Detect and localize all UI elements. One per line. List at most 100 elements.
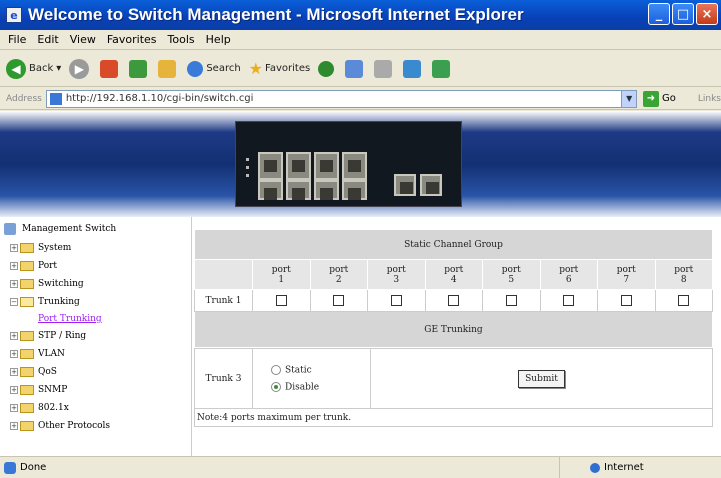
minimize-button[interactable]: _	[648, 3, 670, 25]
history-icon	[318, 60, 335, 77]
ge-trunking-table: Trunk 3 Static Disable Submit Note:4 por…	[194, 348, 713, 427]
menu-favorites[interactable]: Favorites	[107, 33, 157, 46]
trunk1-port4-checkbox[interactable]	[448, 295, 460, 306]
trunk1-port7-checkbox[interactable]	[620, 295, 632, 306]
edit-button[interactable]	[403, 59, 424, 78]
page-icon	[49, 92, 62, 105]
rj45-port-icon	[342, 180, 367, 200]
nav-tree: Management Switch + System + Port + Swit…	[0, 217, 192, 456]
tree-item-other-protocols[interactable]: + Other Protocols	[10, 421, 110, 431]
corner-cell	[194, 259, 253, 290]
tree-item-stp-ring[interactable]: + STP / Ring	[10, 331, 86, 341]
print-button[interactable]	[374, 59, 395, 78]
search-button[interactable]: Search	[187, 60, 241, 77]
trunk1-port2-checkbox[interactable]	[333, 295, 345, 306]
tree-item-802-1x[interactable]: + 802.1x	[10, 403, 69, 413]
trunk1-port5-checkbox[interactable]	[505, 295, 517, 306]
mail-button[interactable]	[345, 59, 366, 78]
trunk1-port1-checkbox[interactable]	[275, 295, 287, 306]
menu-tools[interactable]: Tools	[168, 33, 195, 46]
static-radio[interactable]	[271, 365, 281, 375]
port-header-1: port 1	[252, 259, 311, 290]
open-folder-icon	[20, 297, 34, 307]
tree-root[interactable]: Management Switch	[4, 223, 116, 235]
folder-icon	[20, 421, 34, 431]
history-button[interactable]	[318, 60, 337, 77]
menu-help[interactable]: Help	[206, 33, 231, 46]
messenger-icon	[432, 59, 451, 78]
port-header-3: port 3	[367, 259, 426, 290]
stop-icon	[100, 59, 119, 78]
messenger-button[interactable]	[432, 59, 453, 78]
collapse-icon[interactable]: −	[10, 298, 18, 306]
expand-icon[interactable]: +	[10, 332, 18, 340]
header-banner	[0, 111, 721, 217]
ge-mode-options: Static Disable	[252, 348, 371, 409]
trunk1-port6-checkbox[interactable]	[563, 295, 575, 306]
expand-icon[interactable]: +	[10, 386, 18, 394]
address-dropdown-icon[interactable]: ▼	[621, 89, 637, 108]
option-disable[interactable]: Disable	[271, 381, 370, 392]
address-label: Address	[6, 93, 42, 104]
tree-item-port[interactable]: + Port	[10, 261, 57, 271]
ge-trunking-heading: GE Trunking	[194, 311, 713, 348]
rj45-port-icon	[258, 152, 283, 180]
tree-item-trunking[interactable]: − Trunking	[10, 297, 80, 307]
expand-icon[interactable]: +	[10, 262, 18, 270]
page-done-icon	[4, 461, 16, 474]
trunking-panel: Static Channel Group port 1 port 2 port 3 p…	[194, 229, 713, 427]
submit-button[interactable]: Submit	[518, 369, 565, 388]
expand-icon[interactable]: +	[10, 350, 18, 358]
trunk-3-label: Trunk 3	[194, 348, 253, 409]
refresh-button[interactable]	[129, 59, 150, 78]
ge-port-icon	[420, 174, 442, 196]
rj45-port-icon	[286, 180, 311, 200]
rj45-port-icon	[258, 180, 283, 200]
disable-radio[interactable]	[271, 381, 281, 392]
expand-icon[interactable]: +	[10, 244, 18, 252]
expand-icon[interactable]: +	[10, 368, 18, 376]
go-button[interactable]: ➜ Go	[643, 90, 676, 107]
internet-globe-icon	[590, 462, 600, 473]
forward-button[interactable]: ▶	[69, 58, 92, 79]
trunk1-port3-checkbox[interactable]	[390, 295, 402, 306]
address-input[interactable]: http://192.168.1.10/cgi-bin/switch.cgi	[45, 89, 623, 108]
tree-item-vlan[interactable]: + VLAN	[10, 349, 65, 359]
tree-item-snmp[interactable]: + SNMP	[10, 385, 67, 395]
mail-icon	[345, 59, 364, 78]
expand-icon[interactable]: +	[10, 422, 18, 430]
menu-view[interactable]: View	[70, 33, 96, 46]
links-button[interactable]: Links	[698, 94, 721, 104]
trunk1-port8-checkbox[interactable]	[678, 295, 690, 306]
maximize-button[interactable]: □	[672, 3, 694, 25]
expand-icon[interactable]: +	[10, 404, 18, 412]
back-arrow-icon: ◀	[6, 58, 26, 79]
status-bar: Done Internet	[0, 456, 721, 478]
option-static[interactable]: Static	[271, 365, 370, 376]
back-button[interactable]: ◀ Back ▾	[6, 58, 61, 79]
close-button[interactable]: ×	[696, 3, 718, 25]
submit-cell: Submit	[370, 348, 713, 409]
tree-subitem-port-trunking[interactable]: Port Trunking	[38, 314, 102, 324]
rj45-port-icon	[314, 180, 339, 200]
port-header-7: port 7	[597, 259, 656, 290]
home-icon	[158, 59, 177, 78]
static-channel-heading: Static Channel Group	[194, 229, 713, 260]
menu-file[interactable]: File	[8, 33, 26, 46]
home-button[interactable]	[158, 59, 179, 78]
edit-icon	[403, 59, 422, 78]
port-header-5: port 5	[482, 259, 541, 290]
tree-item-qos[interactable]: + QoS	[10, 367, 57, 377]
port-header-8: port 8	[654, 259, 713, 290]
favorites-button[interactable]: ★ Favorites	[249, 59, 311, 78]
forward-arrow-icon: ▶	[69, 58, 90, 79]
browser-toolbar: ◀ Back ▾ ▶ Search ★ Favorites	[0, 51, 721, 87]
stop-button[interactable]	[100, 59, 121, 78]
expand-icon[interactable]: +	[10, 280, 18, 288]
menu-edit[interactable]: Edit	[37, 33, 58, 46]
tree-item-switching[interactable]: + Switching	[10, 279, 84, 289]
tree-item-system[interactable]: + System	[10, 243, 71, 253]
trunk-note: Note:4 ports maximum per trunk.	[194, 408, 713, 427]
folder-icon	[20, 403, 34, 413]
trunk-1-label: Trunk 1	[194, 289, 253, 312]
